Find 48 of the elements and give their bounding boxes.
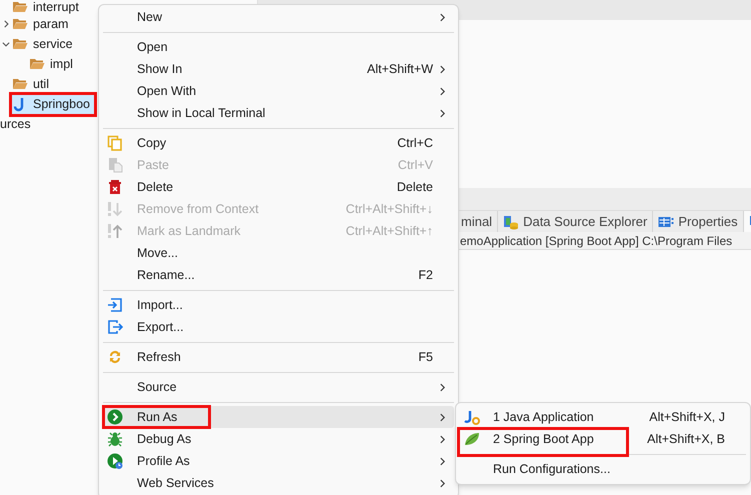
menu-item[interactable]: Move... xyxy=(103,242,454,264)
menu-item[interactable]: Source xyxy=(103,376,454,398)
tree-item[interactable]: Springboo xyxy=(10,94,96,114)
menu-item[interactable]: New xyxy=(103,6,454,28)
menu-item[interactable]: Open With xyxy=(103,80,454,102)
menu-item[interactable]: Export... xyxy=(103,316,454,338)
menu-item[interactable]: Run As xyxy=(103,406,454,428)
tree-item[interactable]: urces xyxy=(0,114,31,134)
view-tab[interactable]: minal xyxy=(460,211,498,232)
menu-item[interactable]: Import... xyxy=(103,294,454,316)
tree-item[interactable]: param xyxy=(10,14,74,34)
refresh-icon xyxy=(107,349,123,365)
folder-icon xyxy=(12,76,28,92)
menu-item[interactable]: Web Services xyxy=(103,472,454,494)
exclamation-down-arrow-icon xyxy=(107,201,123,217)
folder-icon xyxy=(29,56,45,72)
copy-icon xyxy=(107,135,123,151)
menu-item[interactable]: 2 Spring Boot App Alt+Shift+X, B xyxy=(460,428,746,450)
paste-icon xyxy=(107,157,123,173)
tree-item[interactable]: impl xyxy=(27,54,79,74)
tree-item[interactable]: util xyxy=(10,74,55,94)
menu-item[interactable]: Copy Ctrl+C xyxy=(103,132,454,154)
menu-item[interactable]: Rename... F2 xyxy=(103,264,454,286)
folder-icon xyxy=(12,0,28,15)
menu-item[interactable]: Open xyxy=(103,36,454,58)
run-icon xyxy=(107,409,123,425)
leaf-icon xyxy=(464,431,480,447)
profile-icon xyxy=(107,453,123,469)
folder-icon xyxy=(12,36,28,52)
exclamation-up-arrow-icon xyxy=(107,223,123,239)
menu-item[interactable]: Profile As xyxy=(103,450,454,472)
java-app-icon xyxy=(464,409,480,425)
menu-item[interactable]: Debug As xyxy=(103,428,454,450)
database-icon xyxy=(503,214,520,230)
menu-item[interactable]: Show in Local Terminal xyxy=(103,102,454,124)
tree-item[interactable]: service xyxy=(10,34,79,54)
menu-item[interactable]: Delete Delete xyxy=(103,176,454,198)
menu-item[interactable]: 1 Java Application Alt+Shift+X, J xyxy=(460,406,746,428)
tree-item[interactable]: interrupt xyxy=(10,0,85,14)
import-icon xyxy=(107,297,123,313)
trash-icon xyxy=(107,179,123,195)
folder-icon xyxy=(12,16,28,32)
menu-item[interactable]: Show In Alt+Shift+W xyxy=(103,58,454,80)
export-icon xyxy=(107,319,123,335)
menu-item[interactable]: Refresh F5 xyxy=(103,346,454,368)
menu-item[interactable]: Run Configurations... xyxy=(460,458,746,480)
bug-icon xyxy=(107,431,123,447)
console-title: emoApplication [Spring Boot App] C:\Program Files xyxy=(460,232,732,249)
